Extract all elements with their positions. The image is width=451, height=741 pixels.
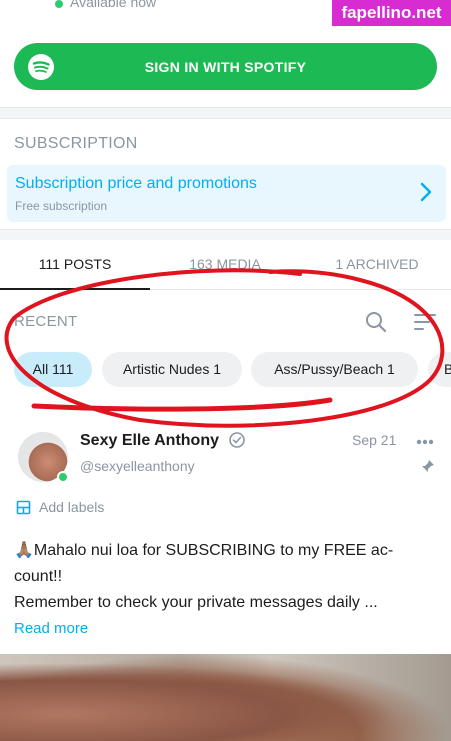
add-labels-link[interactable]: Add labels xyxy=(39,499,104,515)
post-text-line: 🙏🏽Mahalo nui loa for SUBSCRIBING to my F… xyxy=(14,542,394,559)
divider xyxy=(0,118,451,119)
label-icon[interactable] xyxy=(16,500,31,515)
watermark: fapellino.net xyxy=(332,0,451,26)
online-indicator xyxy=(57,471,69,483)
post-text-line: count!! xyxy=(14,568,63,585)
post-text-line: Remember to check your private messages … xyxy=(14,594,378,611)
subscription-subtitle: Free subscription xyxy=(15,199,108,213)
spotify-signin-button[interactable]: SIGN IN WITH SPOTIFY xyxy=(14,43,437,90)
filter-chip-artistic-nudes[interactable]: Artistic Nudes 1 xyxy=(102,352,242,387)
profile-tabs: 111 POSTS 163 MEDIA 1 ARCHIVED xyxy=(0,240,451,290)
more-options-icon[interactable] xyxy=(416,439,434,445)
tab-posts[interactable]: 111 POSTS xyxy=(0,256,150,272)
subscription-heading: SUBSCRIPTION xyxy=(14,135,138,152)
post-author-name[interactable]: Sexy Elle Anthony xyxy=(80,432,219,450)
read-more-link[interactable]: Read more xyxy=(14,620,88,637)
subscription-title: Subscription price and promotions xyxy=(15,175,257,192)
post-date: Sep 21 xyxy=(352,432,397,448)
online-status-dot xyxy=(55,0,63,8)
spotify-icon xyxy=(28,54,54,80)
divider xyxy=(0,229,451,230)
tab-media[interactable]: 163 MEDIA xyxy=(150,256,300,272)
sort-icon[interactable] xyxy=(413,312,437,332)
verified-badge-icon xyxy=(229,432,245,448)
filter-chip-ass-pussy-beach[interactable]: Ass/Pussy/Beach 1 xyxy=(251,352,418,387)
divider xyxy=(0,107,451,108)
active-tab-indicator xyxy=(0,288,150,290)
recent-label: RECENT xyxy=(14,313,78,330)
post-author-handle[interactable]: @sexyelleanthony xyxy=(80,458,195,474)
tab-archived[interactable]: 1 ARCHIVED xyxy=(302,256,451,272)
filter-chip-all[interactable]: All 111 xyxy=(14,352,92,387)
pin-icon xyxy=(422,460,434,472)
post-media-image[interactable] xyxy=(0,654,451,741)
section-gap xyxy=(0,108,451,118)
spotify-button-label: SIGN IN WITH SPOTIFY xyxy=(144,58,307,75)
section-gap xyxy=(0,230,451,240)
post-body: 🙏🏽Mahalo nui loa for SUBSCRIBING to my F… xyxy=(14,538,434,616)
availability-text: Available now xyxy=(70,0,157,10)
search-icon[interactable] xyxy=(365,311,387,333)
subscription-promotions-row[interactable]: Subscription price and promotions Free s… xyxy=(7,165,446,222)
filter-chip-partial[interactable]: B xyxy=(428,352,451,387)
chevron-right-icon xyxy=(420,182,432,202)
